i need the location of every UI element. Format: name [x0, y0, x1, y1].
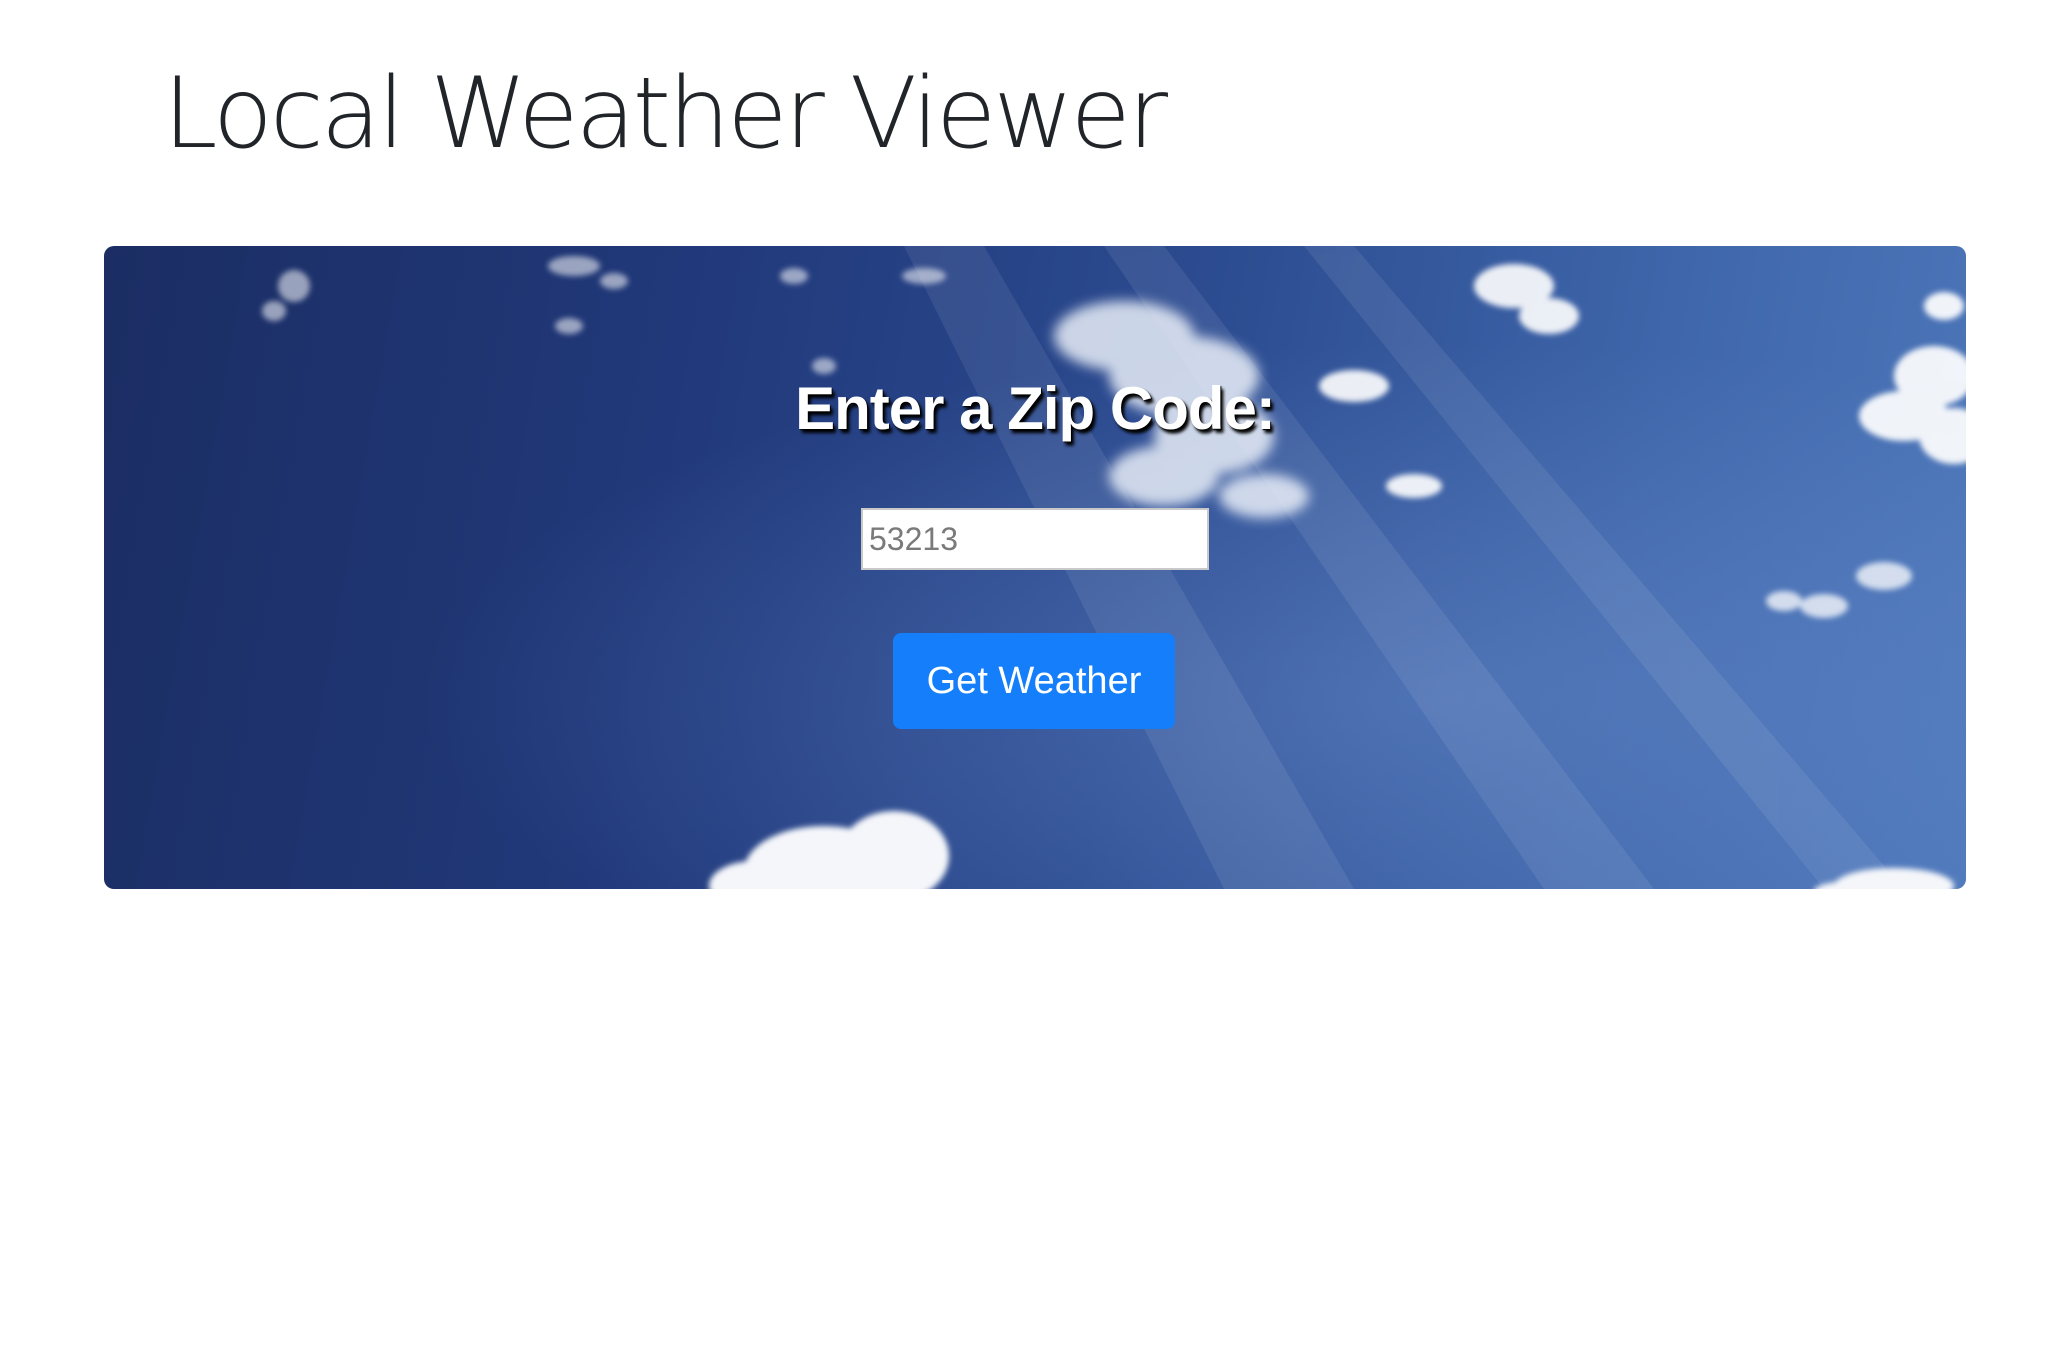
- zip-code-prompt: Enter a Zip Code:: [795, 375, 1276, 442]
- zip-search-hero: Enter a Zip Code: Get Weather: [104, 246, 1966, 889]
- get-weather-button[interactable]: Get Weather: [893, 633, 1175, 729]
- zip-code-input[interactable]: [861, 508, 1209, 570]
- zip-search-form: Enter a Zip Code: Get Weather: [104, 246, 1966, 889]
- page-title: Local Weather Viewer: [163, 57, 1168, 171]
